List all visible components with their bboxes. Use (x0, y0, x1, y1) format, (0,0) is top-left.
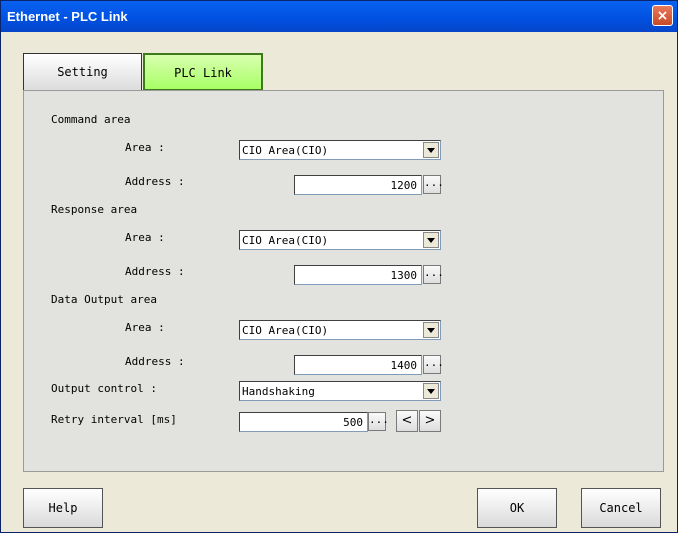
response-area-heading: Response area (51, 203, 138, 216)
chevron-down-icon[interactable] (423, 232, 439, 248)
chevron-left-icon: < (401, 413, 413, 428)
retry-interval-input[interactable]: 500 (239, 412, 368, 432)
window-title: Ethernet - PLC Link (7, 9, 128, 24)
data-output-address-browse-button[interactable]: ... (423, 355, 444, 374)
title-bar[interactable]: Ethernet - PLC Link × (1, 1, 677, 32)
command-address-input[interactable]: 1200 (294, 175, 422, 195)
command-address-browse-button[interactable]: ... (423, 175, 444, 194)
command-address-value: 1200 (390, 179, 418, 192)
data-output-area-select-value: CIO Area(CIO) (242, 324, 329, 337)
retry-interval-browse-button[interactable]: ... (368, 412, 389, 431)
tab-setting[interactable]: Setting (23, 53, 142, 91)
response-address-input[interactable]: 1300 (294, 265, 422, 285)
response-address-label: Address : (125, 265, 185, 278)
ok-button[interactable]: OK (477, 488, 557, 528)
chevron-down-icon[interactable] (423, 322, 439, 338)
close-button[interactable]: × (652, 5, 673, 26)
command-address-label: Address : (125, 175, 185, 188)
command-area-heading: Command area (51, 113, 131, 126)
command-area-area-label: Area : (125, 141, 165, 154)
cancel-button[interactable]: Cancel (581, 488, 661, 528)
response-address-value: 1300 (390, 269, 418, 282)
data-output-area-area-label: Area : (125, 321, 165, 334)
response-area-select[interactable]: CIO Area(CIO) (239, 230, 441, 250)
dialog-window: Ethernet - PLC Link × Setting PLC Link C… (0, 0, 678, 533)
chevron-down-icon[interactable] (423, 383, 439, 399)
chevron-right-icon: > (424, 413, 436, 428)
output-control-select[interactable]: Handshaking (239, 381, 441, 401)
retry-decrement-button[interactable]: < (396, 410, 418, 432)
response-area-area-label: Area : (125, 231, 165, 244)
data-output-address-input[interactable]: 1400 (294, 355, 422, 375)
data-output-address-value: 1400 (390, 359, 418, 372)
tab-plc-link[interactable]: PLC Link (143, 53, 263, 91)
close-icon: × (656, 8, 669, 24)
command-area-select-value: CIO Area(CIO) (242, 144, 329, 157)
data-output-area-select[interactable]: CIO Area(CIO) (239, 320, 441, 340)
help-button[interactable]: Help (23, 488, 103, 528)
response-address-browse-button[interactable]: ... (423, 265, 444, 284)
data-output-address-label: Address : (125, 355, 185, 368)
retry-increment-button[interactable]: > (419, 410, 441, 432)
response-area-select-value: CIO Area(CIO) (242, 234, 329, 247)
command-area-select[interactable]: CIO Area(CIO) (239, 140, 441, 160)
retry-interval-label: Retry interval [ms] (51, 413, 177, 426)
data-output-area-heading: Data Output area (51, 293, 157, 306)
retry-interval-value: 500 (343, 416, 363, 429)
chevron-down-icon[interactable] (423, 142, 439, 158)
output-control-label: Output control : (51, 382, 157, 395)
output-control-select-value: Handshaking (242, 385, 315, 398)
